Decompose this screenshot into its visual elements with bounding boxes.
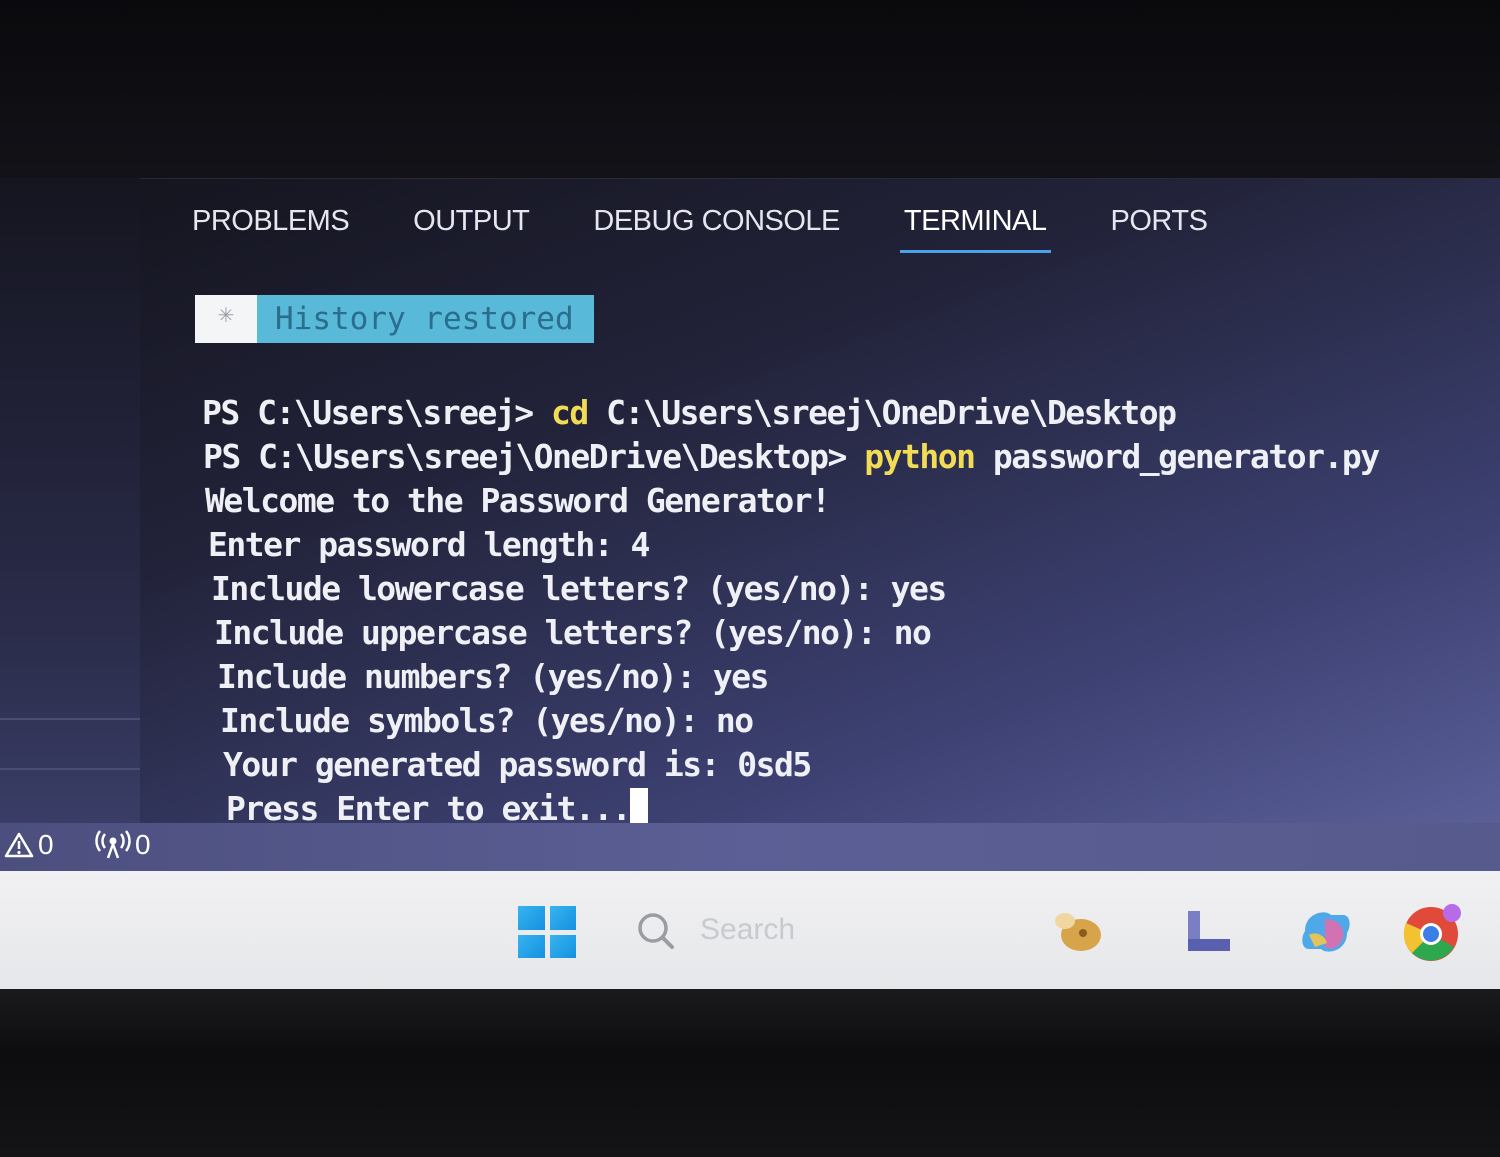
terminal-command: cd <box>551 393 589 432</box>
monitor-bezel <box>0 989 1500 1157</box>
terminal-line: Welcome to the Password Generator! <box>205 481 831 520</box>
tab-debug-console[interactable]: DEBUG CONSOLE <box>593 205 840 255</box>
terminal-line: PS C:\Users\sreej\OneDrive\Desktop> pyth… <box>203 435 1492 479</box>
tab-output[interactable]: OUTPUT <box>413 205 530 255</box>
history-restored-text: History restored <box>257 295 594 343</box>
panel-tabs: PROBLEMS OUTPUT DEBUG CONSOLE TERMINAL P… <box>192 205 1271 255</box>
history-restored-banner: ✳ History restored <box>195 295 594 343</box>
start-icon[interactable] <box>518 906 576 958</box>
windows-taskbar: Search <box>0 871 1500 989</box>
terminal-line: Your generated password is: 0sd5 <box>223 745 812 784</box>
terminal-command-args: C:\Users\sreej\OneDrive\Desktop <box>587 393 1177 432</box>
taskbar-search-input[interactable]: Search <box>700 913 795 947</box>
terminal-line: Include uppercase letters? (yes/no): no <box>214 613 932 652</box>
copilot-icon[interactable] <box>1295 901 1357 963</box>
search-icon[interactable] <box>636 911 676 951</box>
screen: PROBLEMS OUTPUT DEBUG CONSOLE TERMINAL P… <box>0 0 1500 1157</box>
terminal-line: Include numbers? (yes/no): yes <box>217 657 770 696</box>
chrome-icon[interactable] <box>1400 901 1462 963</box>
editor-area <box>0 0 1500 178</box>
launcher-app-icon[interactable] <box>1180 901 1242 963</box>
terminal-command-args: password_generator.py <box>974 437 1380 476</box>
tab-problems[interactable]: PROBLEMS <box>192 205 350 255</box>
terminal-line: PS C:\Users\sreej> cd C:\Users\sreej\One… <box>202 391 1492 435</box>
broadcast-icon <box>95 830 131 859</box>
ports-count: 0 <box>135 829 151 860</box>
tab-terminal[interactable]: TERMINAL <box>899 205 1051 255</box>
terminal-line: Enter password length: 4 <box>208 525 650 564</box>
terminal-prompt: PS C:\Users\sreej> <box>202 393 551 432</box>
terminal-prompt: PS C:\Users\sreej\OneDrive\Desktop> <box>203 437 865 476</box>
terminal-line: Include lowercase letters? (yes/no): yes <box>211 569 947 608</box>
terminal-output[interactable]: PS C:\Users\sreej> cd C:\Users\sreej\One… <box>202 391 1492 831</box>
left-sidebar <box>0 178 175 823</box>
warnings-count: 0 <box>38 829 54 860</box>
bottom-panel: PROBLEMS OUTPUT DEBUG CONSOLE TERMINAL P… <box>140 178 1500 828</box>
tab-ports[interactable]: PORTS <box>1111 205 1208 255</box>
status-bar: 0 0 <box>0 823 1500 871</box>
ai-app-icon[interactable] <box>1045 901 1107 963</box>
ports-status[interactable]: 0 <box>95 829 151 861</box>
problems-status[interactable]: 0 <box>4 829 54 861</box>
asterisk-icon: ✳ <box>195 295 257 343</box>
terminal-line: Include symbols? (yes/no): no <box>220 701 754 740</box>
terminal-cursor <box>630 788 649 828</box>
warning-icon <box>4 832 34 858</box>
terminal-command: python <box>864 437 976 476</box>
